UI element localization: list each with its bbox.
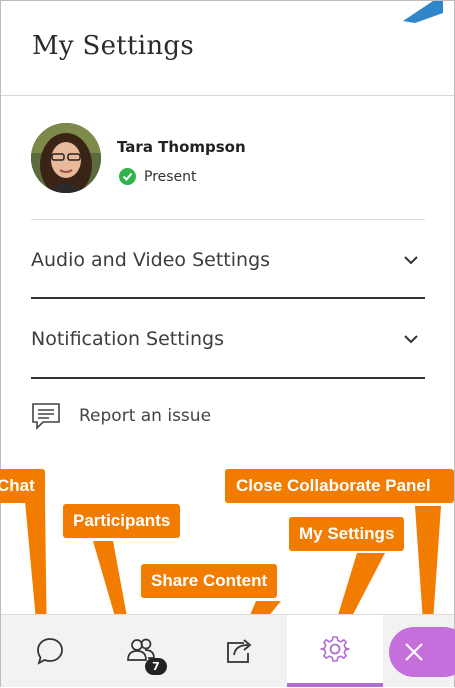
participants-button[interactable]: [99, 615, 183, 687]
share-content-callout: Share Content: [141, 564, 278, 598]
close-panel-callout: Close Collaborate Panel: [225, 469, 454, 503]
close-panel-button[interactable]: [389, 627, 455, 677]
participants-callout: Participants: [63, 504, 181, 538]
close-icon: [405, 643, 423, 661]
settings-panel: My Settings Tara Thompson Present Audio …: [0, 0, 455, 687]
gear-icon: [320, 636, 350, 662]
share-icon: [227, 639, 252, 663]
my-settings-button[interactable]: [287, 615, 383, 687]
my-settings-callout: My Settings: [289, 517, 405, 551]
bottom-toolbar: 7: [1, 614, 455, 687]
share-content-button[interactable]: [197, 615, 281, 687]
chat-button[interactable]: [11, 615, 89, 687]
chat-callout: Chat: [0, 469, 45, 503]
participants-count-badge: 7: [145, 658, 167, 675]
chat-icon: [37, 638, 63, 665]
